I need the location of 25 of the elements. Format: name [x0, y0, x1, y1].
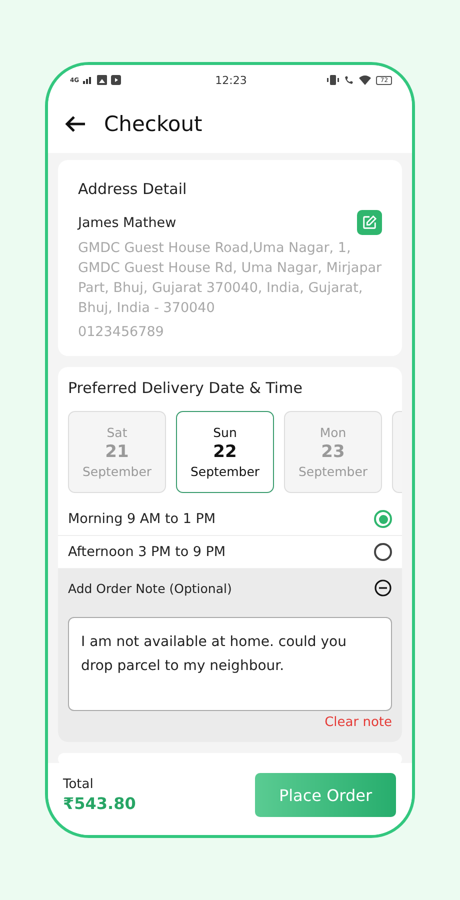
phone-number: 0123456789: [78, 324, 165, 340]
section-title: Preferred Delivery Date & Time: [67, 379, 304, 397]
status-time: 12:23: [215, 74, 247, 86]
total-amount: ₹543.80: [63, 794, 136, 813]
play-icon: [111, 75, 122, 85]
customer-name: James Mathew: [78, 214, 176, 230]
order-note-field[interactable]: I am not available at home. could you drop parcel to my neighbour.: [68, 617, 392, 711]
edit-button[interactable]: [357, 210, 382, 235]
clear-note-link[interactable]: Clear note: [324, 715, 392, 730]
date-option[interactable]: Sun 22 September: [176, 411, 274, 493]
edit-icon[interactable]: [362, 215, 377, 230]
radio-button[interactable]: [374, 510, 392, 528]
total-label: Total: [63, 777, 94, 792]
vibrate-icon: [327, 75, 340, 85]
page-title: Checkout: [104, 112, 202, 136]
back-arrow-icon[interactable]: [64, 115, 86, 133]
collapse-icon[interactable]: [374, 579, 392, 597]
image-icon: [97, 75, 108, 85]
address-text: GMDC Guest House Road,Uma Nagar, 1, GMDC Guest House Rd, Uma Nagar, Mirjapar Part, Bhuj, Gujarat 370040, India, Gujarat, Bhuj, India - 370040: [78, 239, 382, 318]
order-note-header[interactable]: Add Order Note (Optional): [58, 569, 402, 607]
wifi-icon: [359, 75, 372, 85]
radio-button[interactable]: [374, 543, 392, 561]
call-icon: [344, 75, 354, 85]
section-title: Address Detail: [78, 180, 188, 198]
signal-icon: [83, 76, 94, 84]
